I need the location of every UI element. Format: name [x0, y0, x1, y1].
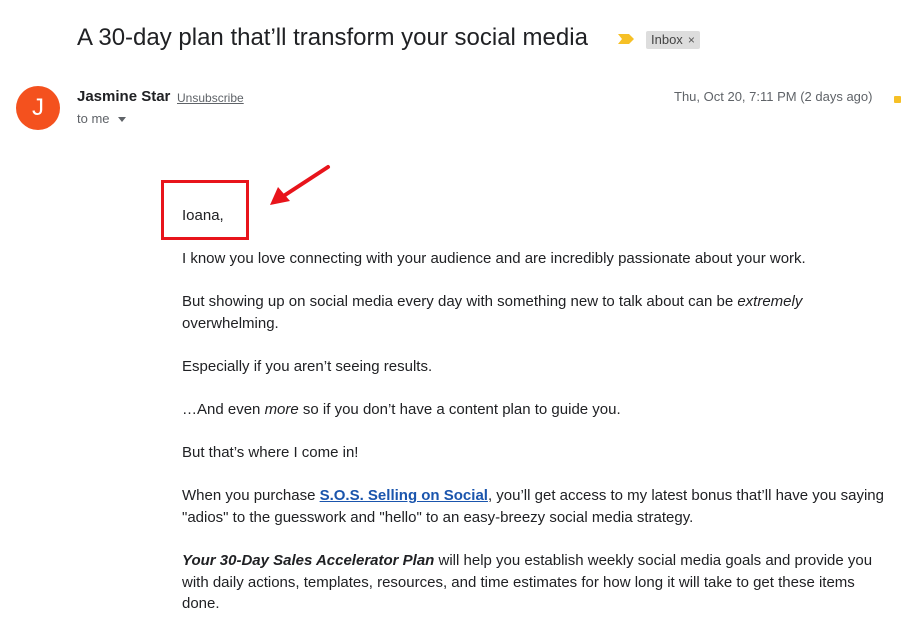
star-icon[interactable] — [894, 96, 901, 103]
paragraph-4-emphasis: more — [264, 401, 299, 418]
plan-name-emphasis: Your 30-Day Sales Accelerator Plan — [182, 552, 435, 569]
recipient-text: to me — [77, 111, 110, 126]
paragraph-6-text: When you purchase — [182, 487, 320, 504]
remove-label-icon[interactable]: × — [688, 31, 695, 49]
paragraph-7-text-mid: with daily actions, templates, resources… — [182, 573, 855, 591]
sender-avatar[interactable]: J — [16, 86, 60, 130]
inbox-label-chip[interactable]: Inbox × — [646, 31, 700, 49]
paragraph-1: I know you love connecting with your aud… — [182, 250, 806, 267]
paragraph-7-text: will help you establish weekly social me… — [434, 552, 873, 569]
importance-marker-icon[interactable] — [617, 33, 635, 45]
email-subject: A 30-day plan that’ll transform your soc… — [77, 24, 588, 51]
email-date: Thu, Oct 20, 7:11 PM (2 days ago) — [674, 89, 873, 104]
highlight-box — [161, 180, 249, 240]
paragraph-2-text: But showing up on social media every day… — [182, 293, 738, 310]
paragraph-7-text-end: done. — [182, 595, 220, 612]
paragraph-2-emphasis: extremely — [737, 293, 803, 310]
paragraph-2-text-end: overwhelming. — [182, 314, 279, 332]
sender-name[interactable]: Jasmine Star — [77, 88, 170, 105]
paragraph-5: But that’s where I come in! — [182, 444, 359, 461]
sos-selling-on-social-link[interactable]: S.O.S. Selling on Social — [320, 487, 488, 504]
unsubscribe-link[interactable]: Unsubscribe — [177, 91, 244, 105]
paragraph-3: Especially if you aren’t seeing results. — [182, 358, 433, 375]
paragraph-2: But showing up on social media every day… — [182, 291, 892, 334]
label-text: Inbox — [651, 32, 683, 47]
paragraph-6-text-end: "adios" to the guesswork and "hello" to … — [182, 508, 694, 526]
paragraph-4-text: …And even — [182, 401, 265, 418]
paragraph-7: Your 30-Day Sales Accelerator Plan will … — [182, 550, 892, 615]
paragraph-6: When you purchase S.O.S. Selling on Soci… — [182, 485, 892, 528]
paragraph-4-text-end: so if you don’t have a content plan to g… — [298, 401, 621, 418]
chevron-down-icon[interactable] — [117, 116, 126, 122]
paragraph-6-text-mid: , you’ll get access to my latest bonus t… — [487, 487, 884, 504]
recipient-details-toggle[interactable]: to me — [77, 111, 126, 126]
paragraph-4: …And even more so if you don’t have a co… — [182, 399, 892, 421]
annotation-arrow-icon — [270, 165, 330, 205]
